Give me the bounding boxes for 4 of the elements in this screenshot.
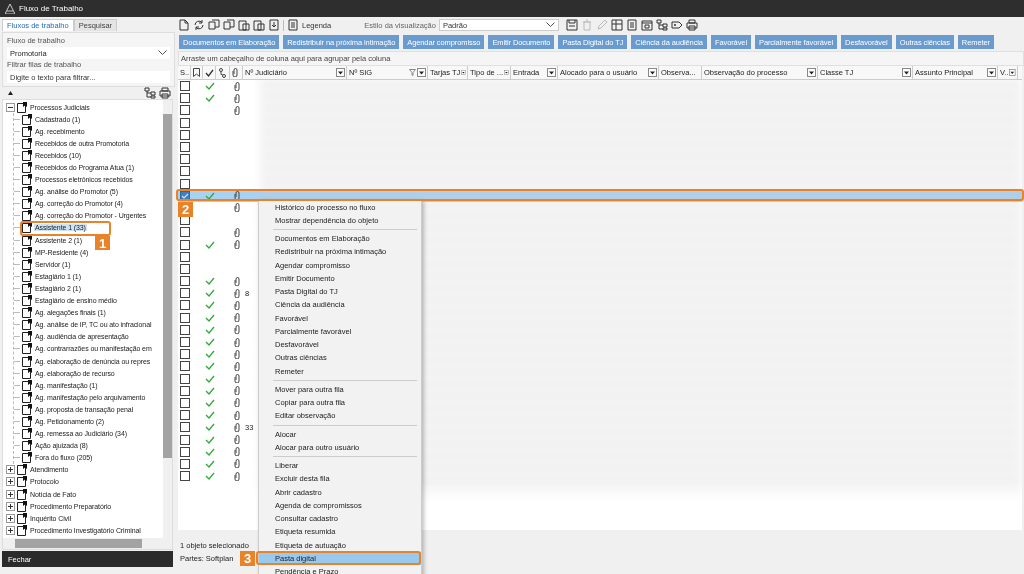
callout-number: 3: [240, 551, 255, 566]
window-title: Fluxo de Trabalho: [19, 4, 84, 13]
callout-number: 2: [178, 202, 193, 217]
callout-number: 1: [95, 236, 110, 250]
